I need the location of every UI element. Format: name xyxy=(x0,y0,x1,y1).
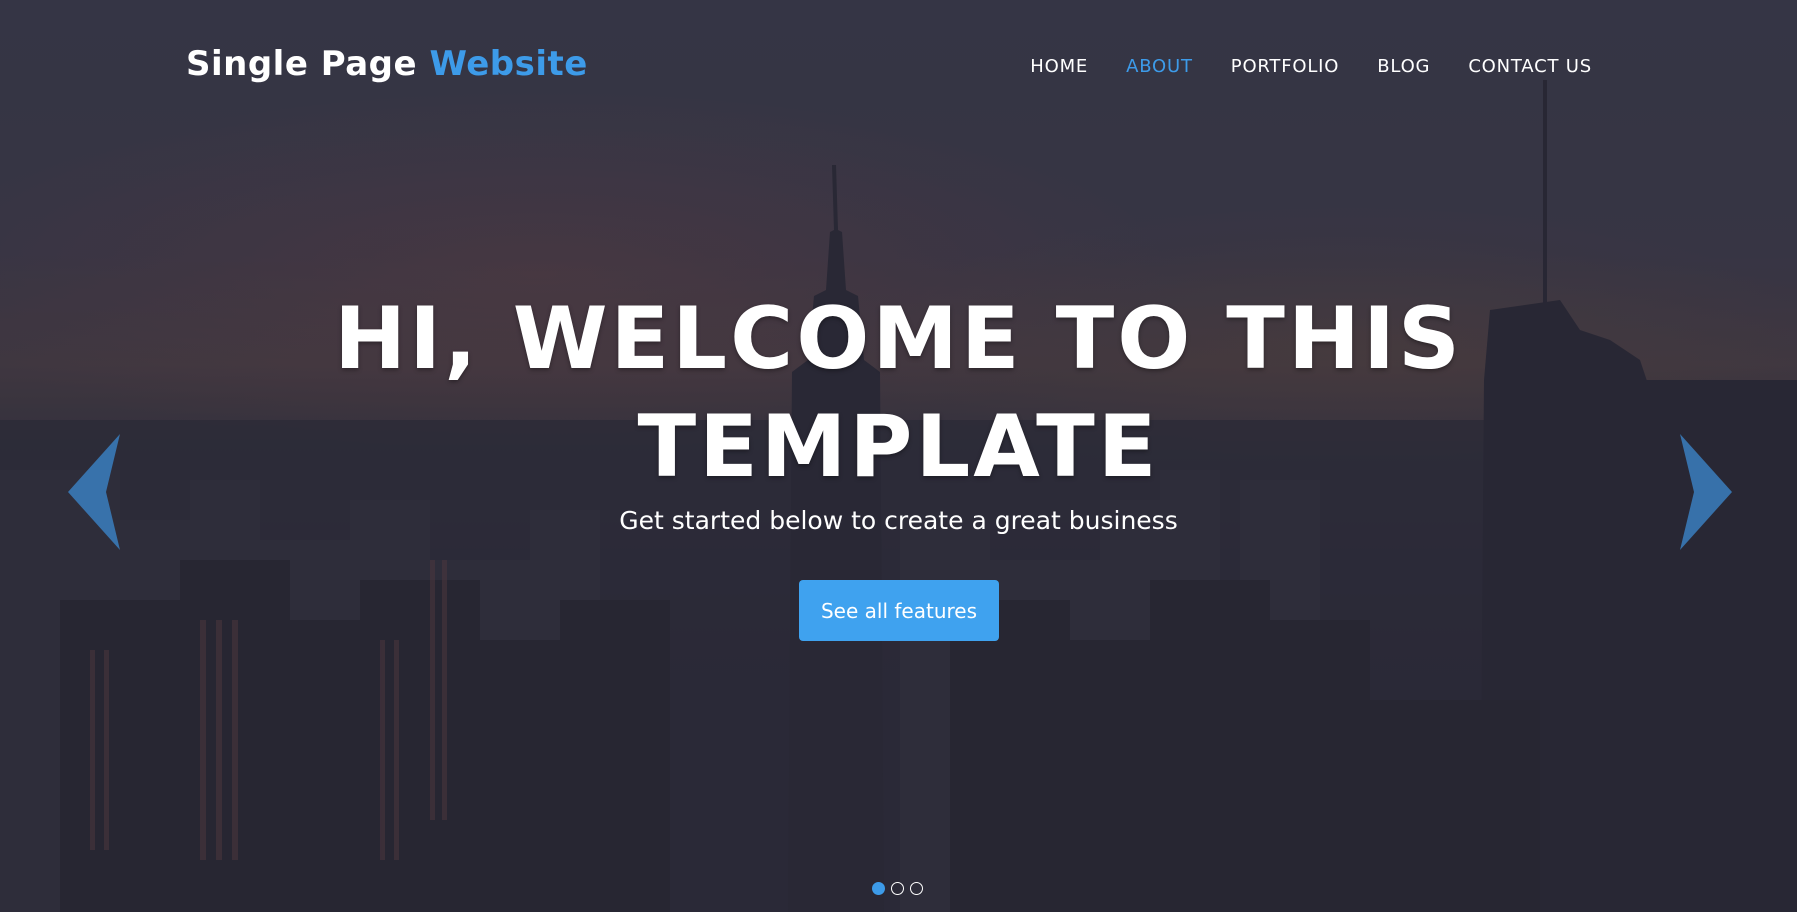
site-logo[interactable]: Single Page Website xyxy=(186,44,588,84)
hero-subtitle: Get started below to create a great busi… xyxy=(619,506,1178,535)
hero-headline: HI, WELCOME TO THIS TEMPLATE xyxy=(0,285,1797,501)
carousel-dot[interactable] xyxy=(872,882,885,895)
nav-item-about[interactable]: ABOUT xyxy=(1126,56,1193,77)
top-navbar: Single Page Website HOME ABOUT PORTFOLIO… xyxy=(0,0,1797,136)
main-nav: HOME ABOUT PORTFOLIO BLOG CONTACT US xyxy=(1030,56,1592,77)
hero-headline-line1: HI, WELCOME TO THIS xyxy=(334,289,1463,389)
carousel-dot[interactable] xyxy=(891,882,904,895)
carousel-indicators xyxy=(872,882,923,895)
hero-headline-line2: TEMPLATE xyxy=(637,397,1160,497)
nav-item-blog[interactable]: BLOG xyxy=(1377,56,1430,77)
carousel-dot[interactable] xyxy=(910,882,923,895)
nav-item-home[interactable]: HOME xyxy=(1030,56,1088,77)
hero-section: Single Page Website HOME ABOUT PORTFOLIO… xyxy=(0,0,1797,912)
nav-item-contact-us[interactable]: CONTACT US xyxy=(1468,56,1592,77)
logo-text-primary: Single Page xyxy=(186,44,418,84)
logo-text-accent: Website xyxy=(429,44,588,84)
see-all-features-button[interactable]: See all features xyxy=(799,580,999,641)
nav-item-portfolio[interactable]: PORTFOLIO xyxy=(1231,56,1339,77)
